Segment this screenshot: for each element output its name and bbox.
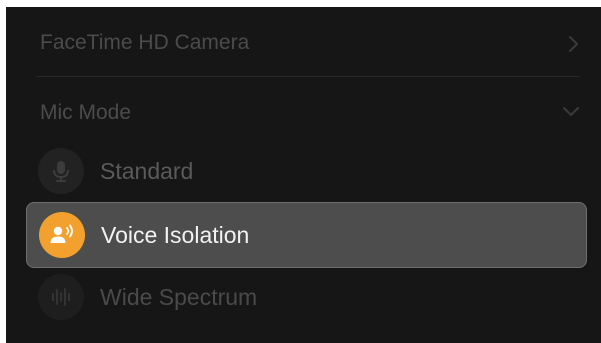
chevron-right-icon (568, 35, 580, 58)
mic-mode-label: Mic Mode (40, 101, 132, 124)
video-menu-panel: FaceTime HD Camera Mic Mode Standard Voi… (6, 7, 601, 343)
mic-mode-option-wide-spectrum[interactable]: Wide Spectrum (26, 267, 587, 327)
mic-mode-option-label: Standard (100, 157, 194, 184)
microphone-icon (38, 148, 84, 194)
camera-row[interactable]: FaceTime HD Camera (40, 27, 600, 59)
section-divider (36, 76, 580, 77)
camera-label: FaceTime HD Camera (40, 31, 250, 54)
mic-mode-option-voice-isolation[interactable]: Voice Isolation (26, 202, 587, 268)
mic-mode-option-label: Voice Isolation (101, 221, 250, 248)
mic-mode-option-label: Wide Spectrum (100, 283, 258, 310)
wide-spectrum-icon (38, 274, 84, 320)
mic-mode-header[interactable]: Mic Mode (40, 97, 600, 129)
mic-mode-option-standard[interactable]: Standard (26, 141, 587, 201)
voice-isolation-icon (39, 212, 85, 258)
chevron-down-icon (562, 105, 580, 123)
